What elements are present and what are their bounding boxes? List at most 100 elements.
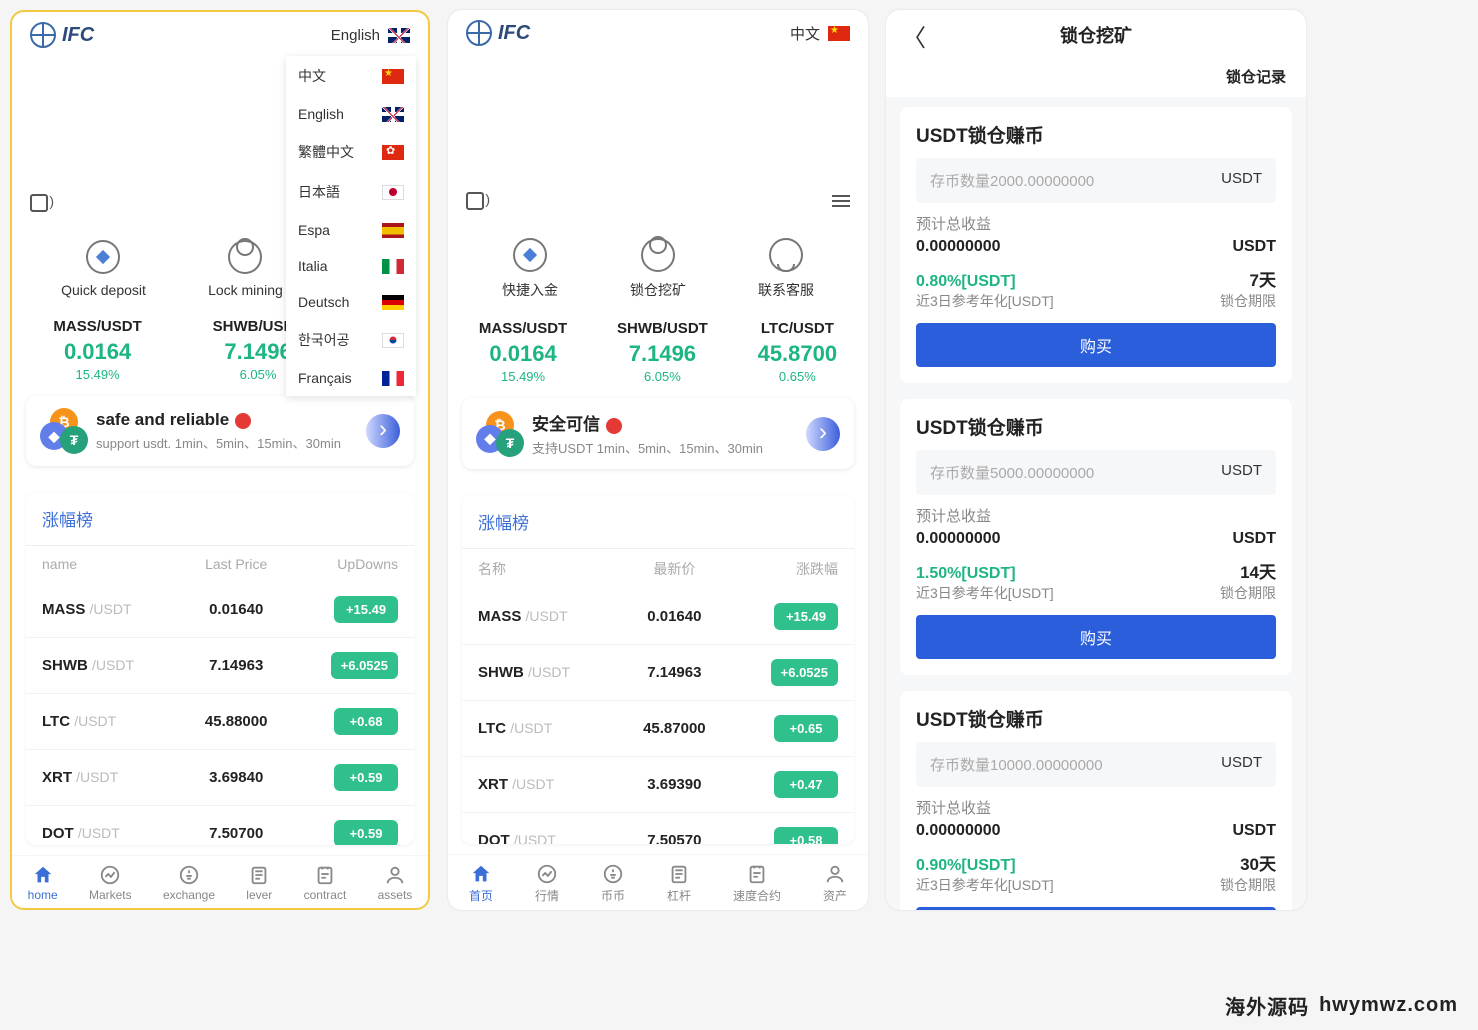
promo-banner[interactable]: ₿ ◆ ₮ 安全可信 支持USDT 1min、5min、15min、30min: [462, 398, 854, 469]
table-row[interactable]: MASS /USDT0.01640+15.49: [26, 582, 414, 638]
ticker-pair: LTC/USDT: [758, 320, 838, 337]
row-symbol: LTC /USDT: [42, 713, 182, 730]
page-title: 锁仓挖矿: [1060, 22, 1132, 48]
language-selector[interactable]: 中文: [790, 23, 850, 44]
col-price: 最新价: [620, 559, 729, 579]
table-row[interactable]: LTC /USDT45.87000+0.65: [462, 701, 854, 757]
language-option[interactable]: Français: [286, 360, 416, 396]
row-change-badge: +15.49: [334, 596, 398, 623]
language-option[interactable]: 中文: [286, 56, 416, 96]
language-option[interactable]: Deutsch: [286, 284, 416, 320]
speaker-icon[interactable]: [30, 194, 48, 212]
speaker-icon[interactable]: [466, 192, 484, 210]
arrow-right-icon[interactable]: [806, 417, 840, 451]
tab-assets[interactable]: assets: [378, 864, 413, 902]
row-price: 0.01640: [620, 608, 729, 625]
tab-label: 首页: [469, 887, 493, 904]
tab-行情[interactable]: 行情: [535, 863, 559, 904]
row-change-badge: +15.49: [774, 603, 838, 630]
tab-资产[interactable]: 资产: [823, 863, 847, 904]
back-icon[interactable]: 〈: [902, 18, 926, 53]
amount-placeholder: 存币数量10000.00000000: [930, 754, 1103, 775]
banner-title: 安全可信: [532, 415, 600, 434]
staking-list[interactable]: USDT锁仓赚币 存币数量2000.00000000USDT 预计总收益 0.0…: [886, 97, 1306, 910]
tab-home[interactable]: home: [28, 864, 58, 902]
language-dropdown[interactable]: 中文English繁體中文日本語EspaItaliaDeutsch한국어공Fra…: [286, 56, 416, 396]
amount-placeholder: 存币数量2000.00000000: [930, 170, 1094, 191]
language-option[interactable]: Italia: [286, 248, 416, 284]
promo-banner[interactable]: ₿ ◆ ₮ safe and reliable support usdt. 1m…: [26, 396, 414, 466]
buy-button[interactable]: 购买: [916, 323, 1276, 367]
quick-deposit-action[interactable]: 快捷入金: [502, 238, 558, 300]
language-option[interactable]: English: [286, 96, 416, 132]
ticker-item[interactable]: MASS/USDT0.016415.49%: [53, 318, 141, 382]
lock-icon: [228, 240, 262, 274]
tab-首页[interactable]: 首页: [469, 863, 493, 904]
table-row[interactable]: MASS /USDT0.01640+15.49: [462, 589, 854, 645]
customer-service-action[interactable]: 联系客服: [758, 238, 814, 300]
tab-label: contract: [304, 888, 347, 902]
menu-icon[interactable]: [832, 195, 850, 207]
language-option[interactable]: 한국어공: [286, 320, 416, 360]
action-label: Lock mining: [208, 282, 283, 298]
banner-text: safe and reliable support usdt. 1min、5mi…: [96, 410, 356, 452]
table-row[interactable]: XRT /USDT3.69390+0.47: [462, 757, 854, 813]
ticker-item[interactable]: SHWB/USDT7.14966.05%: [617, 320, 708, 384]
ticker-change: 15.49%: [53, 367, 141, 382]
buy-button[interactable]: 购买: [916, 615, 1276, 659]
tab-lever[interactable]: lever: [246, 864, 272, 902]
ticker-pair: MASS/USDT: [53, 318, 141, 335]
language-option[interactable]: 日本語: [286, 172, 416, 212]
tab-速度合约[interactable]: 速度合约: [733, 863, 781, 904]
row-price: 7.14963: [620, 664, 729, 681]
staking-card: USDT锁仓赚币 存币数量2000.00000000USDT 预计总收益 0.0…: [900, 107, 1292, 383]
arrow-right-icon[interactable]: [366, 414, 400, 448]
deposit-icon: [513, 238, 547, 272]
quick-deposit-action[interactable]: Quick deposit: [61, 240, 146, 298]
banner-subtitle: support usdt. 1min、5min、15min、30min: [96, 433, 356, 452]
flag-icon: [382, 295, 404, 310]
amount-input[interactable]: 存币数量5000.00000000USDT: [916, 450, 1276, 495]
rate-label: 近3日参考年化[USDT]: [916, 583, 1054, 603]
language-label: 中文: [790, 23, 820, 44]
language-option[interactable]: 繁體中文: [286, 132, 416, 172]
tab-exchange[interactable]: exchange: [163, 864, 215, 902]
tab-icon: [384, 864, 406, 886]
header: IFC 中文: [448, 10, 868, 56]
language-selector[interactable]: English: [331, 27, 410, 44]
amount-input[interactable]: 存币数量2000.00000000USDT: [916, 158, 1276, 203]
records-link[interactable]: 锁仓记录: [886, 60, 1306, 97]
table-row[interactable]: LTC /USDT45.88000+0.68: [26, 694, 414, 750]
screen-staking: 〈 锁仓挖矿 锁仓记录 USDT锁仓赚币 存币数量2000.00000000US…: [886, 10, 1306, 910]
usdt-icon: ₮: [496, 429, 524, 457]
tab-币币[interactable]: 币币: [601, 863, 625, 904]
page-header: 〈 锁仓挖矿: [886, 10, 1306, 60]
table-row[interactable]: DOT /USDT7.50570+0.58: [462, 813, 854, 844]
tab-杠杆[interactable]: 杠杆: [667, 863, 691, 904]
row-symbol: DOT /USDT: [478, 832, 620, 844]
logo-text: IFC: [62, 24, 94, 47]
ticker-item[interactable]: LTC/USDT45.87000.65%: [758, 320, 838, 384]
tab-contract[interactable]: contract: [304, 864, 347, 902]
rankings-card: 涨幅榜 name Last Price UpDowns MASS /USDT0.…: [26, 492, 414, 845]
ticker-item[interactable]: MASS/USDT0.016415.49%: [479, 320, 567, 384]
ticker-price: 45.8700: [758, 341, 838, 367]
buy-button[interactable]: 购买: [916, 907, 1276, 910]
rate-label: 近3日参考年化[USDT]: [916, 291, 1054, 311]
tab-label: assets: [378, 888, 413, 902]
table-row[interactable]: XRT /USDT3.69840+0.59: [26, 750, 414, 806]
globe-icon: [30, 22, 56, 48]
staking-title: USDT锁仓赚币: [916, 121, 1276, 148]
table-row[interactable]: DOT /USDT7.50700+0.59: [26, 806, 414, 845]
row-price: 3.69390: [620, 776, 729, 793]
rate-value: 0.80%[USDT]: [916, 273, 1054, 291]
tab-label: 币币: [601, 887, 625, 904]
lock-mining-action[interactable]: 锁仓挖矿: [630, 238, 686, 300]
amount-input[interactable]: 存币数量10000.00000000USDT: [916, 742, 1276, 787]
table-row[interactable]: SHWB /USDT7.14963+6.0525: [462, 645, 854, 701]
table-row[interactable]: SHWB /USDT7.14963+6.0525: [26, 638, 414, 694]
lock-mining-action[interactable]: Lock mining: [208, 240, 283, 298]
col-price: Last Price: [182, 556, 290, 572]
tab-Markets[interactable]: Markets: [89, 864, 132, 902]
language-option[interactable]: Espa: [286, 212, 416, 248]
